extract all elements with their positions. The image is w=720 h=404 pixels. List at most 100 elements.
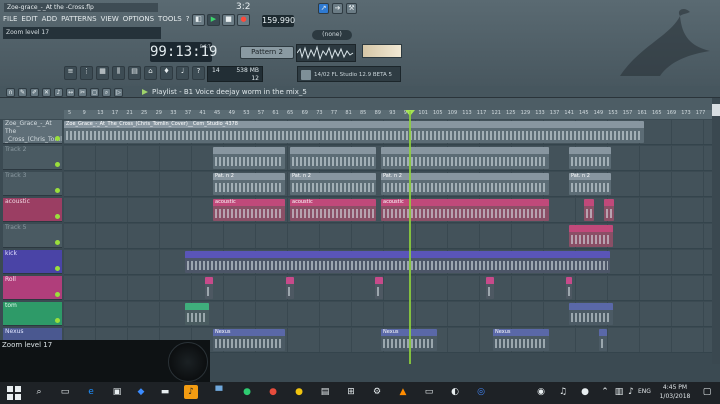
- chrome-icon[interactable]: ◎: [474, 385, 488, 399]
- menu-file[interactable]: FILE: [3, 13, 17, 25]
- vertical-scrollbar[interactable]: [712, 98, 720, 364]
- menu-help[interactable]: ?: [186, 13, 190, 25]
- tempo-icon[interactable]: ♩: [176, 66, 189, 80]
- track-header[interactable]: kick: [3, 250, 62, 274]
- notifications-icon[interactable]: ▢: [700, 385, 714, 399]
- playlist-clip[interactable]: Pat. n 2: [569, 173, 611, 195]
- track-header[interactable]: Roll: [3, 276, 62, 300]
- track-header[interactable]: Zoe_Grace_-_At The _Cross_(Chris_Tomlin): [3, 120, 62, 144]
- playlist-clip[interactable]: [584, 199, 594, 221]
- folder-icon[interactable]: ▀: [212, 385, 226, 399]
- track-enable-led[interactable]: [55, 266, 60, 271]
- zoom-knob[interactable]: [168, 342, 208, 382]
- playlist-icon[interactable]: ≡: [64, 66, 77, 80]
- arrow-icon[interactable]: ➔: [332, 3, 343, 14]
- vlc-icon[interactable]: ▲: [396, 385, 410, 399]
- windows-start-icon[interactable]: [6, 385, 22, 401]
- scrollbar-thumb[interactable]: [712, 104, 720, 116]
- zoom-icon[interactable]: ⌕: [102, 88, 111, 97]
- tempo-display[interactable]: 159.990: [262, 15, 295, 27]
- playlist-clip[interactable]: Pat. n 2: [213, 173, 285, 195]
- track-header[interactable]: Track 5: [3, 224, 62, 248]
- paint-icon[interactable]: ✐: [30, 88, 39, 97]
- track-header[interactable]: Track 3: [3, 172, 62, 196]
- playlist-clip[interactable]: [566, 277, 572, 299]
- plugin-icon[interactable]: ⌂: [144, 66, 157, 80]
- settings-icon[interactable]: ⚙: [370, 385, 384, 399]
- track-enable-led[interactable]: [55, 188, 60, 193]
- mute-icon[interactable]: ♪: [54, 88, 63, 97]
- track-enable-led[interactable]: [55, 214, 60, 219]
- playlist-clip[interactable]: acoustic: [213, 199, 285, 221]
- playlist-clip[interactable]: [569, 303, 613, 325]
- playlist-clip[interactable]: [213, 147, 285, 169]
- slice-icon[interactable]: ✂: [78, 88, 87, 97]
- app4-icon[interactable]: ▤: [318, 385, 332, 399]
- pattern-selector[interactable]: Pattern 2: [240, 46, 294, 59]
- explorer-icon[interactable]: ▬: [158, 385, 172, 399]
- piano-roll-icon[interactable]: ⋮: [80, 66, 93, 80]
- store-icon[interactable]: ▣: [110, 385, 124, 399]
- app3-icon[interactable]: ●: [292, 385, 306, 399]
- wrench-icon[interactable]: ⚒: [346, 3, 357, 14]
- pattern-song-toggle[interactable]: ◧: [192, 14, 205, 26]
- playlist-clip[interactable]: [604, 199, 614, 221]
- app5-icon[interactable]: ⊞: [344, 385, 358, 399]
- playlist-lane[interactable]: [64, 250, 712, 275]
- track-enable-led[interactable]: [55, 136, 60, 141]
- app6-icon[interactable]: ◐: [448, 385, 462, 399]
- playlist-clip[interactable]: [569, 147, 611, 169]
- track-enable-led[interactable]: [55, 240, 60, 245]
- playlist-clip[interactable]: acoustic: [290, 199, 376, 221]
- playlist-lane[interactable]: Pat. n 2 Pat. n 2 Pat. n 2 Pat. n 2: [64, 172, 712, 197]
- playlist-clip[interactable]: [286, 277, 294, 299]
- play-icon[interactable]: ▶: [207, 14, 220, 26]
- playlist-lane[interactable]: [64, 302, 712, 327]
- playlist-clip[interactable]: [205, 277, 213, 299]
- playlist-clip[interactable]: Pat. n 2: [290, 173, 376, 195]
- slip-icon[interactable]: ↔: [66, 88, 75, 97]
- delete-icon[interactable]: ✕: [42, 88, 51, 97]
- app2-icon[interactable]: ●: [266, 385, 280, 399]
- playlist-clip[interactable]: Nexus: [493, 329, 549, 351]
- track-enable-led[interactable]: [55, 162, 60, 167]
- playlist-clip[interactable]: Nexus: [213, 329, 285, 351]
- playlist-lane[interactable]: [64, 146, 712, 171]
- menu-patterns[interactable]: PATTERNS: [61, 13, 96, 25]
- menu-tools[interactable]: TOOLS: [158, 13, 182, 25]
- playlist-clip[interactable]: Zoe_Grace_-_At_The_Cross_(Chris_Tomlin_C…: [64, 121, 644, 143]
- playlist-clip[interactable]: [290, 147, 376, 169]
- search-icon[interactable]: ⌕: [32, 385, 46, 399]
- playlist-clip[interactable]: [185, 251, 610, 273]
- track-header[interactable]: tom: [3, 302, 62, 326]
- taskbar-clock[interactable]: 4:45 PM 1/03/2018: [655, 383, 695, 401]
- track-enable-led[interactable]: [55, 318, 60, 323]
- track-header[interactable]: acoustic: [3, 198, 62, 222]
- track-header[interactable]: Track 2: [3, 146, 62, 170]
- playlist-lane[interactable]: Zoe_Grace_-_At_The_Cross_(Chris_Tomlin_C…: [64, 120, 712, 145]
- playlist-clip[interactable]: [185, 303, 209, 325]
- playlist-clip[interactable]: acoustic: [381, 199, 549, 221]
- bar-step-display[interactable]: 3:2: [236, 2, 250, 12]
- channel-rack-icon[interactable]: ▦: [96, 66, 109, 80]
- mic-icon[interactable]: ♦: [160, 66, 173, 80]
- menu-view[interactable]: VIEW: [101, 13, 119, 25]
- menu-options[interactable]: OPTIONS: [123, 13, 154, 25]
- magnet-icon[interactable]: ∩: [6, 88, 15, 97]
- playlist-clip[interactable]: [381, 147, 549, 169]
- output-selector[interactable]: (none): [312, 30, 352, 40]
- dropbox-icon[interactable]: ◆: [134, 385, 148, 399]
- tray-arrow-icon[interactable]: ⌃: [598, 385, 612, 399]
- snap-icon[interactable]: ↗: [318, 3, 329, 14]
- app-icon[interactable]: ●: [240, 385, 254, 399]
- playlist-lane[interactable]: [64, 276, 712, 301]
- mixer-icon[interactable]: ⫼: [112, 66, 125, 80]
- browser-icon[interactable]: ▤: [128, 66, 141, 80]
- playlist-clip[interactable]: [599, 329, 607, 351]
- task-view-icon[interactable]: ▭: [58, 385, 72, 399]
- language-indicator[interactable]: ENG: [638, 388, 651, 395]
- menu-add[interactable]: ADD: [42, 13, 58, 25]
- app8-icon[interactable]: ♫: [556, 385, 570, 399]
- app7-icon[interactable]: ◉: [534, 385, 548, 399]
- playlist-clip[interactable]: Pat. n 2: [381, 173, 549, 195]
